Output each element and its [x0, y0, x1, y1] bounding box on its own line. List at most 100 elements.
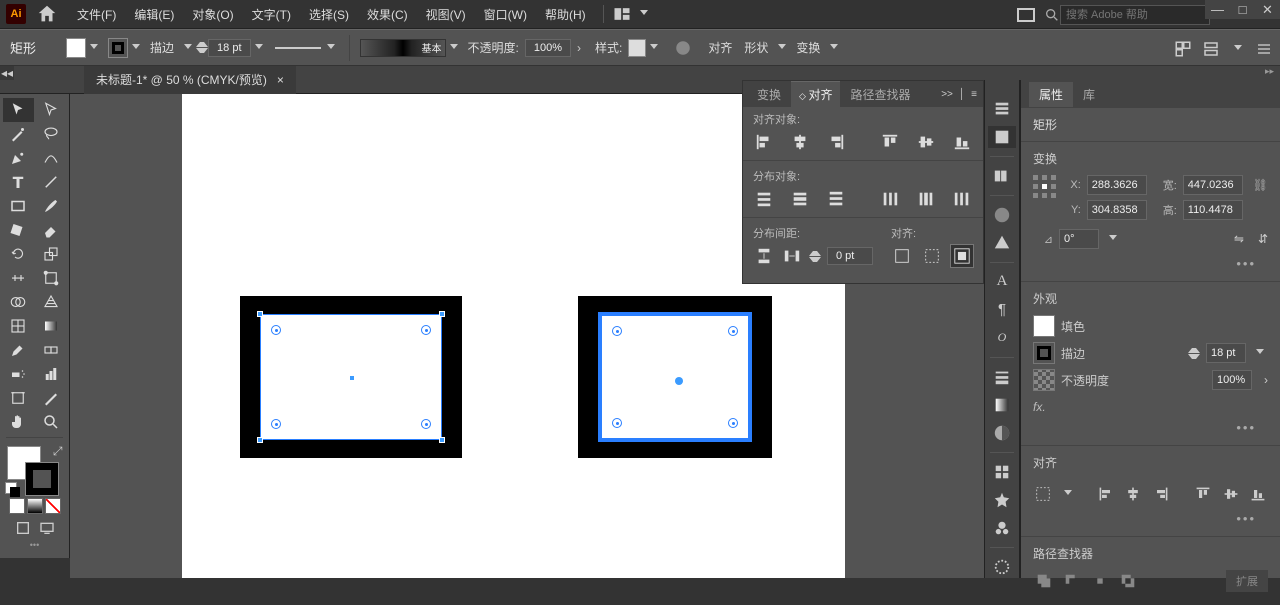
panel-collapse-icon[interactable]: ▸▸: [1265, 66, 1274, 77]
opacity-popup[interactable]: ›: [577, 41, 589, 55]
flip-h-icon[interactable]: ⇋: [1234, 232, 1244, 246]
align-right-icon[interactable]: [825, 131, 847, 153]
menu-type[interactable]: 文字(T): [243, 0, 300, 29]
stroke-swatch[interactable]: [108, 38, 128, 58]
ctrl-shape-label[interactable]: 形状: [744, 39, 768, 56]
align-to-key-icon[interactable]: [921, 245, 943, 267]
y-input[interactable]: [1087, 200, 1147, 220]
curvature-tool[interactable]: [36, 146, 67, 170]
h-input[interactable]: [1183, 200, 1243, 220]
color-mode-solid[interactable]: [9, 498, 25, 514]
menu-help[interactable]: 帮助(H): [536, 0, 595, 29]
reference-point[interactable]: [1033, 175, 1049, 199]
mini-align-hcenter[interactable]: [1124, 483, 1143, 505]
dock-stroke-icon[interactable]: [988, 366, 1016, 388]
vdist-top-icon[interactable]: [753, 188, 775, 210]
stroke-proxy[interactable]: [25, 462, 59, 496]
maximize-button[interactable]: □: [1230, 0, 1255, 19]
brush-preview[interactable]: 基本: [360, 39, 446, 57]
hdist-space-icon[interactable]: [781, 245, 803, 267]
eraser-tool[interactable]: [36, 218, 67, 242]
style-dd[interactable]: [650, 44, 658, 52]
direct-selection-tool[interactable]: [36, 98, 67, 122]
fill-swatch[interactable]: [66, 38, 86, 58]
stroke-stepper[interactable]: [1188, 343, 1200, 363]
edit-contents-icon[interactable]: [1202, 40, 1220, 58]
w-input[interactable]: [1183, 175, 1243, 195]
ctrl-more-dd[interactable]: [1234, 45, 1242, 53]
vdist-space-icon[interactable]: [753, 245, 775, 267]
rectangle-tool[interactable]: [3, 194, 34, 218]
panel-menu-icon[interactable]: ≡: [971, 89, 977, 100]
corner-widget[interactable]: [612, 418, 622, 428]
type-tool[interactable]: [3, 170, 34, 194]
artboard-tool[interactable]: [3, 386, 34, 410]
zoom-tool[interactable]: [36, 410, 67, 434]
pf-exclude-icon[interactable]: [1117, 570, 1139, 592]
dock-symbols-icon[interactable]: [988, 517, 1016, 539]
tab-transform[interactable]: 变换: [749, 82, 789, 107]
resize-handle[interactable]: [439, 311, 445, 317]
align-more[interactable]: •••: [1033, 509, 1268, 528]
style-swatch[interactable]: [628, 39, 646, 57]
line-tool[interactable]: [36, 170, 67, 194]
varwidth-profile[interactable]: [273, 41, 323, 55]
transform-more[interactable]: •••: [1033, 254, 1268, 273]
tab-libraries[interactable]: 库: [1073, 82, 1105, 107]
angle-dd[interactable]: [1109, 235, 1117, 243]
menu-select[interactable]: 选择(S): [300, 0, 358, 29]
angle-input[interactable]: [1059, 229, 1099, 249]
stroke-weight-dd[interactable]: [255, 44, 263, 52]
align-to-icon[interactable]: [1033, 483, 1052, 505]
default-fillstroke-icon[interactable]: [5, 482, 17, 494]
mini-align-vcenter[interactable]: [1221, 483, 1240, 505]
recolor-icon[interactable]: [674, 39, 692, 57]
x-input[interactable]: [1087, 175, 1147, 195]
color-mode-none[interactable]: [45, 498, 61, 514]
stroke-popup[interactable]: [184, 44, 192, 52]
shaper-tool[interactable]: [3, 218, 34, 242]
dock-char-icon[interactable]: A: [988, 271, 1016, 293]
spacing-stepper[interactable]: [809, 246, 821, 266]
fill-swatch[interactable]: [1033, 315, 1055, 337]
magic-wand-tool[interactable]: [3, 122, 34, 146]
link-wh-icon[interactable]: ⛓: [1253, 178, 1268, 192]
resize-handle[interactable]: [257, 437, 263, 443]
align-vcenter-icon[interactable]: [915, 131, 937, 153]
menu-window[interactable]: 窗口(W): [475, 0, 536, 29]
brush-dd[interactable]: [450, 44, 458, 52]
align-to-dd[interactable]: [1064, 490, 1072, 498]
panel-expand[interactable]: >>: [941, 89, 953, 100]
scale-tool[interactable]: [36, 242, 67, 266]
pf-intersect-icon[interactable]: [1089, 570, 1111, 592]
center-handle[interactable]: [675, 377, 683, 385]
align-to-selection-icon[interactable]: [891, 245, 913, 267]
search-input[interactable]: [1060, 5, 1210, 25]
mini-align-top[interactable]: [1194, 483, 1213, 505]
ctrl-transform-dd[interactable]: [830, 44, 838, 52]
free-transform-tool[interactable]: [36, 266, 67, 290]
tab-pathfinder[interactable]: 路径查找器: [842, 82, 918, 107]
varwidth-dd[interactable]: [327, 44, 335, 52]
lasso-tool[interactable]: [36, 122, 67, 146]
dock-gradient-icon[interactable]: [988, 394, 1016, 416]
home-icon[interactable]: [36, 3, 58, 25]
stroke-weight-input[interactable]: [1206, 343, 1246, 363]
dock-colorguide-icon[interactable]: [988, 232, 1016, 254]
minimize-button[interactable]: —: [1205, 0, 1230, 19]
opacity-value[interactable]: 100%: [525, 39, 571, 57]
tab-properties[interactable]: 属性: [1029, 82, 1073, 107]
fill-stroke-proxy[interactable]: ⤢: [5, 444, 65, 494]
arrange-docs-icon[interactable]: [612, 4, 632, 24]
opacity-input[interactable]: [1212, 370, 1252, 390]
stroke-weight[interactable]: 18 pt: [208, 39, 250, 57]
spacing-value[interactable]: 0 pt: [827, 247, 873, 265]
hand-tool[interactable]: [3, 410, 34, 434]
dock-graphic-styles-icon[interactable]: [988, 489, 1016, 511]
stroke-dropdown[interactable]: [132, 44, 140, 52]
align-to-artboard-icon[interactable]: [951, 245, 973, 267]
dock-layers-icon[interactable]: [988, 126, 1016, 148]
symbol-sprayer-tool[interactable]: [3, 362, 34, 386]
pf-unite-icon[interactable]: [1033, 570, 1055, 592]
dock-color-icon[interactable]: [988, 204, 1016, 226]
